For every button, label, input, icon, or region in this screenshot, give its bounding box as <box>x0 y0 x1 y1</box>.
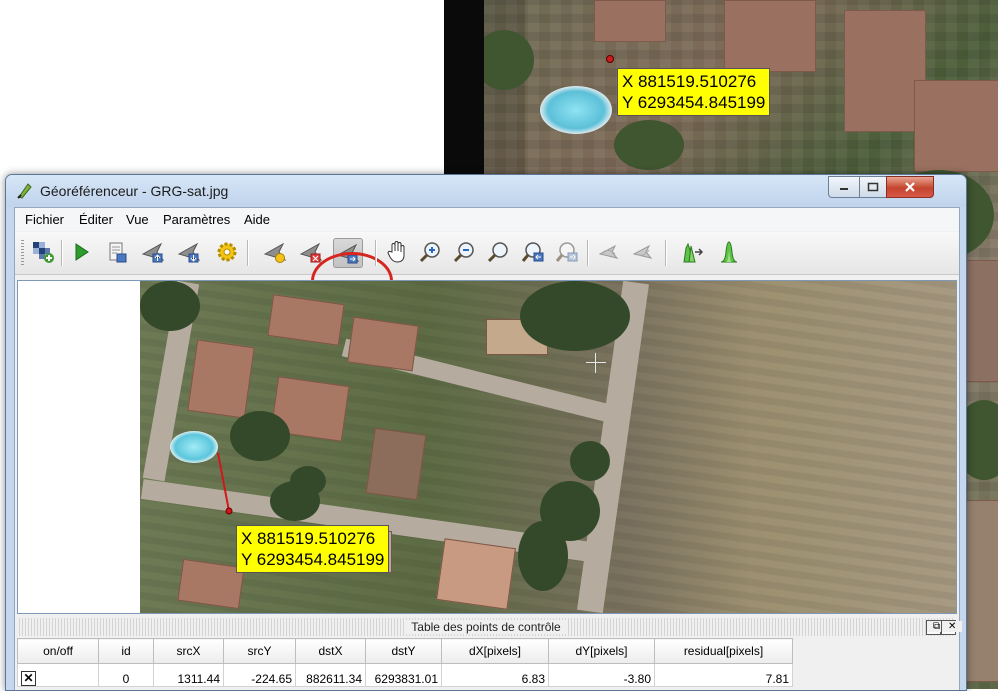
column-header-dstx[interactable]: dstX <box>295 638 366 664</box>
window-titlebar[interactable]: Géoréférenceur - GRG-sat.jpg <box>6 175 966 207</box>
gcp-dsty-cell[interactable]: 6293831.01 <box>365 663 442 687</box>
qgis-point-y: Y 6293454.845199 <box>622 93 766 112</box>
close-icon: ✕ <box>942 621 963 632</box>
gcp-dstx-cell[interactable]: 882611.34 <box>295 663 366 687</box>
toolbar-grip[interactable] <box>21 240 24 266</box>
full-histogram-stretch-icon <box>683 242 704 263</box>
georeferencer-toolbar <box>15 232 959 310</box>
gcp-srcx-cell[interactable]: 1311.44 <box>153 663 224 687</box>
toolbar-separator <box>665 240 667 266</box>
window-title: Géoréférenceur - GRG-sat.jpg <box>40 183 229 199</box>
open-raster-button[interactable] <box>29 238 57 266</box>
start-georeferencing-icon <box>75 243 89 261</box>
start-georeferencing-button[interactable] <box>67 238 95 266</box>
link-qgis-to-georef-button[interactable] <box>629 238 657 266</box>
zoom-last-button[interactable] <box>519 238 547 266</box>
gcp-coordinate-label: X 881519.510276 Y 6293454.845199 <box>236 525 390 573</box>
menu-parametres[interactable]: Paramètres <box>163 212 230 227</box>
gcp-table: on/off id srcX srcY dstX dstY dX[pixels]… <box>17 638 793 687</box>
gcp-residual-cell[interactable]: 7.81 <box>654 663 793 687</box>
zoom-to-layer-button[interactable] <box>485 238 513 266</box>
link-georef-to-qgis-button[interactable] <box>595 238 623 266</box>
gcp-table-title: Table des points de contrôle <box>405 620 567 634</box>
gcp-point-x: X 881519.510276 <box>241 529 376 548</box>
column-header-dsty[interactable]: dstY <box>365 638 442 664</box>
gcp-dx-cell[interactable]: 6.83 <box>441 663 549 687</box>
load-gcp-points-icon <box>141 242 165 263</box>
column-header-residual[interactable]: residual[pixels] <box>654 638 793 664</box>
menu-vue[interactable]: Vue <box>126 212 149 227</box>
full-histogram-stretch-button[interactable] <box>679 238 707 266</box>
column-header-onoff[interactable]: on/off <box>17 638 99 664</box>
transformation-settings-icon <box>217 242 237 262</box>
qgis-map-point-marker[interactable] <box>606 55 614 63</box>
gcp-id-cell[interactable]: 0 <box>98 663 154 687</box>
close-icon <box>905 182 915 192</box>
close-button[interactable] <box>886 176 934 198</box>
column-header-dx[interactable]: dX[pixels] <box>441 638 549 664</box>
save-gcp-points-button[interactable] <box>175 238 203 266</box>
gcp-table-dock-title[interactable]: Table des points de contrôle ⧉ ✕ <box>17 618 963 636</box>
maximize-icon <box>867 182 879 192</box>
delete-point-icon <box>299 242 323 263</box>
qgis-app-icon <box>17 183 32 199</box>
menu-editer[interactable]: Éditer <box>79 212 113 227</box>
add-point-button[interactable] <box>261 238 289 266</box>
zoom-to-layer-icon <box>487 242 508 263</box>
column-header-dy[interactable]: dY[pixels] <box>548 638 655 664</box>
load-gcp-points-button[interactable] <box>139 238 167 266</box>
zoom-last-icon <box>521 242 544 262</box>
qgis-point-coordinate-label: X 881519.510276 Y 6293454.845199 <box>617 68 771 116</box>
georeferencer-map-canvas[interactable]: X 881519.510276 Y 6293454.845199 <box>17 280 957 614</box>
column-header-id[interactable]: id <box>98 638 154 664</box>
zoom-out-button[interactable] <box>451 238 479 266</box>
gcp-enabled-cell[interactable]: ✕ <box>17 663 99 687</box>
dock-close-button[interactable]: ✕ <box>941 620 963 635</box>
minimize-icon <box>840 188 848 190</box>
gcp-point-y: Y 6293454.845199 <box>241 550 385 569</box>
window-client-area: Fichier Éditer Vue Paramètres Aide X 881… <box>14 207 963 690</box>
toolbar-separator <box>61 240 63 266</box>
gcp-srcy-cell[interactable]: -224.65 <box>223 663 296 687</box>
menu-aide[interactable]: Aide <box>244 212 270 227</box>
swimming-pool-background <box>540 86 612 134</box>
gcp-dy-cell[interactable]: -3.80 <box>548 663 655 687</box>
transformation-settings-button[interactable] <box>213 238 241 266</box>
gcp-point-marker[interactable] <box>225 507 233 515</box>
residual-line <box>217 452 230 512</box>
save-gcp-points-icon <box>177 242 201 263</box>
pan-icon <box>387 240 405 263</box>
zoom-next-button[interactable] <box>553 238 581 266</box>
menu-bar: Fichier Éditer Vue Paramètres Aide <box>15 208 959 231</box>
dock-float-button[interactable]: ⧉ <box>926 620 947 635</box>
table-row[interactable]: ✕ 0 1311.44 -224.65 882611.34 6293831.01… <box>17 663 793 687</box>
add-point-icon <box>263 242 287 263</box>
qgis-point-x: X 881519.510276 <box>622 72 757 91</box>
local-histogram-stretch-button[interactable] <box>715 238 743 266</box>
menu-fichier[interactable]: Fichier <box>25 212 64 227</box>
generate-gdal-script-button[interactable] <box>103 238 131 266</box>
gcp-enabled-checkbox[interactable]: ✕ <box>21 671 36 686</box>
zoom-in-icon <box>419 242 440 263</box>
maximize-button[interactable] <box>859 176 887 198</box>
toolbar-separator <box>375 240 377 266</box>
zoom-next-icon <box>555 242 578 262</box>
toolbar-separator <box>247 240 249 266</box>
column-header-srcx[interactable]: srcX <box>153 638 224 664</box>
georeferencer-window: Géoréférenceur - GRG-sat.jpg Fichier Édi… <box>5 174 967 691</box>
toolbar-separator <box>587 240 589 266</box>
open-raster-icon <box>33 242 54 263</box>
generate-gdal-script-icon <box>109 242 127 263</box>
zoom-out-icon <box>453 242 474 263</box>
residual-overlay <box>217 452 233 515</box>
zoom-in-button[interactable] <box>417 238 445 266</box>
local-histogram-stretch-icon <box>720 241 738 263</box>
link-georef-to-qgis-icon <box>598 244 619 259</box>
minimize-button[interactable] <box>828 176 860 198</box>
pan-button[interactable] <box>383 238 411 266</box>
column-header-srcy[interactable]: srcY <box>223 638 296 664</box>
link-qgis-to-georef-icon <box>632 244 653 259</box>
